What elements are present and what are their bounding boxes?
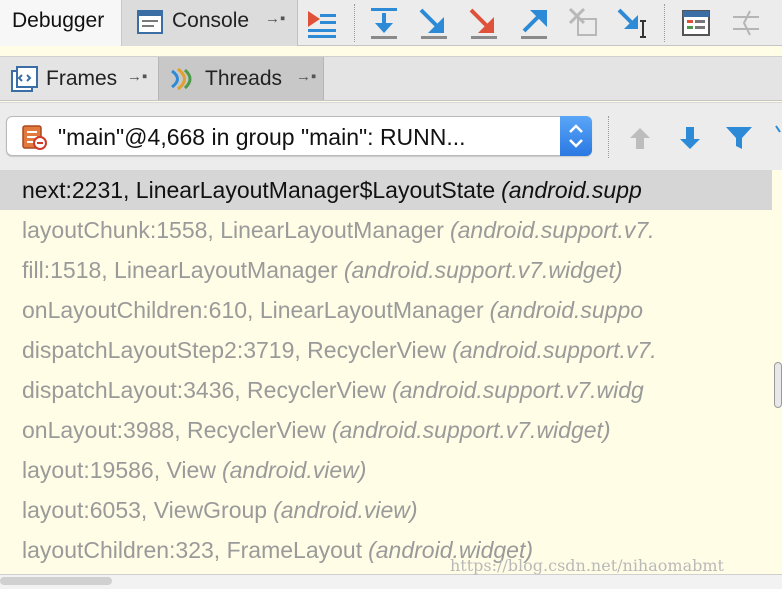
frame-package: (android.support.v7.: [449, 217, 655, 243]
horizontal-scrollbar[interactable]: [0, 574, 782, 589]
frame-method: dispatchLayoutStep2:3719, RecyclerView: [22, 337, 447, 363]
frame-row[interactable]: dispatchLayout:3436, RecyclerView (androi…: [0, 370, 772, 410]
tab-threads-label: Threads: [205, 67, 283, 90]
frame-row[interactable]: layout:19586, View (android.view): [0, 450, 772, 490]
pin-tab-icon[interactable]: →▪: [296, 68, 316, 85]
console-icon: [137, 10, 163, 34]
select-stepper[interactable]: [560, 116, 592, 156]
frame-package: (android.support.v7.widg: [391, 377, 644, 403]
frame-row[interactable]: layout:6053, ViewGroup (android.view): [0, 490, 772, 530]
overflow-icon[interactable]: [774, 124, 782, 152]
step-into-icon[interactable]: [416, 5, 452, 41]
pin-tab-icon[interactable]: →▪: [127, 68, 147, 85]
tab-debugger[interactable]: Debugger: [0, 0, 122, 46]
filter-icon[interactable]: [724, 124, 754, 152]
toolbar-separator: [354, 4, 355, 42]
toolbar-separator: [608, 116, 609, 158]
previous-frame-icon[interactable]: [626, 124, 654, 152]
frame-package: (android.suppo: [489, 297, 644, 323]
frame-package: (android.view): [273, 497, 418, 523]
tab-frames[interactable]: Frames →▪: [0, 57, 158, 100]
horizontal-scrollbar-thumb[interactable]: [0, 577, 112, 585]
force-step-into-icon[interactable]: [466, 5, 502, 41]
frame-package: (android.support.v7.widget): [331, 417, 611, 443]
tab-console[interactable]: Console →▪: [122, 0, 298, 46]
thread-selector[interactable]: "main"@4,668 in group "main": RUNN...: [6, 116, 592, 156]
frames-list: next:2231, LinearLayoutManager$LayoutSta…: [0, 170, 772, 572]
frame-row[interactable]: onLayoutChildren:610, LinearLayoutManage…: [0, 290, 772, 330]
frame-method: onLayoutChildren:610, LinearLayoutManage…: [22, 297, 484, 323]
frame-method: layout:19586, View: [22, 457, 216, 483]
show-execution-point-icon[interactable]: [304, 5, 340, 41]
frame-method: layoutChildren:323, FrameLayout: [22, 537, 363, 563]
thread-selector-value: "main"@4,668 in group "main": RUNN...: [58, 124, 466, 150]
frame-method: fill:1518, LinearLayoutManager: [22, 257, 338, 283]
frame-package: (android.support.v7.widget): [343, 257, 623, 283]
frame-method: next:2231, LinearLayoutManager$LayoutSta…: [22, 177, 496, 203]
frame-method: onLayout:3988, RecyclerView: [22, 417, 326, 443]
tab-frames-label: Frames: [46, 67, 118, 90]
drop-frame-icon[interactable]: [566, 5, 602, 41]
thread-suspended-icon: [22, 125, 47, 150]
frames-icon: [11, 66, 38, 92]
trace-icon[interactable]: [728, 5, 764, 41]
frame-method: layout:6053, ViewGroup: [22, 497, 268, 523]
frame-row[interactable]: onLayout:3988, RecyclerView (android.supp…: [0, 410, 772, 450]
watermark: https://blog.csdn.net/nihaomabmt: [450, 556, 724, 575]
frame-method: layoutChunk:1558, LinearLayoutManager: [22, 217, 444, 243]
tab-debugger-label: Debugger: [12, 9, 105, 32]
evaluate-expression-icon[interactable]: [678, 5, 714, 41]
frame-package: (android.support.v7.: [452, 337, 657, 363]
frame-row[interactable]: fill:1518, LinearLayoutManager (android.s…: [0, 250, 772, 290]
frame-package: (android.supp: [501, 177, 642, 203]
chevron-up-down-icon: [569, 124, 583, 148]
frame-row[interactable]: dispatchLayoutStep2:3719, RecyclerView (a…: [0, 330, 772, 370]
tab-threads[interactable]: Threads →▪: [158, 57, 324, 100]
frames-threads-tabbar: Frames →▪ Threads →▪: [0, 56, 782, 101]
frame-row[interactable]: next:2231, LinearLayoutManager$LayoutSta…: [0, 170, 772, 210]
step-over-icon[interactable]: [366, 5, 402, 41]
pin-tab-icon[interactable]: →▪: [265, 10, 285, 27]
tab-console-label: Console: [172, 9, 250, 32]
vertical-scrollbar-thumb[interactable]: [774, 362, 782, 408]
debug-toolbar: Debugger Console →▪: [0, 0, 782, 46]
run-to-cursor-icon[interactable]: [614, 5, 650, 41]
threads-icon: [171, 67, 192, 91]
step-out-icon[interactable]: [516, 5, 552, 41]
frame-row[interactable]: layoutChunk:1558, LinearLayoutManager (an…: [0, 210, 772, 250]
toolbar-separator: [664, 4, 665, 42]
frame-package: (android.view): [221, 457, 367, 483]
frame-method: dispatchLayout:3436, RecyclerView: [22, 377, 386, 403]
next-frame-icon[interactable]: [676, 124, 704, 152]
